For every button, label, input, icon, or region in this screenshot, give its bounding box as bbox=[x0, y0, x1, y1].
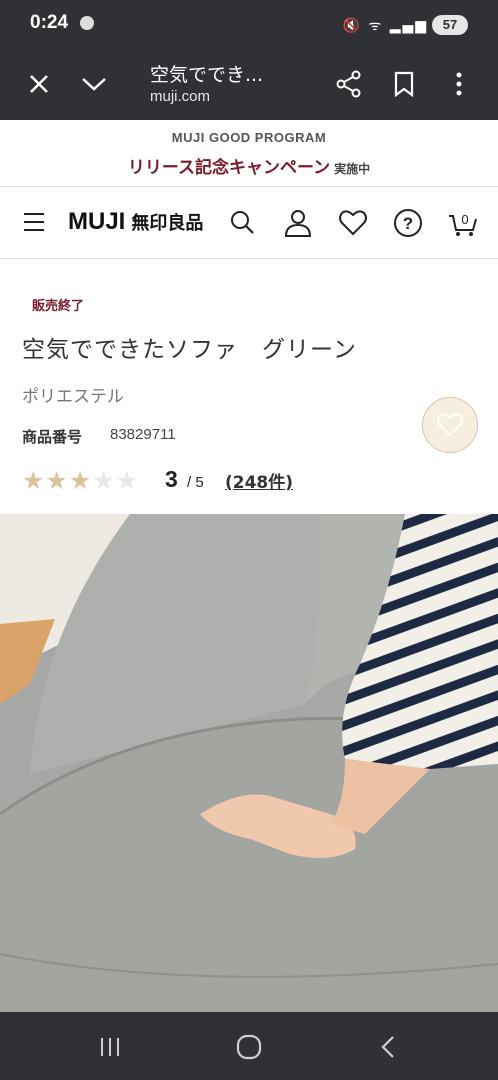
svg-text:?: ? bbox=[403, 214, 413, 233]
star-filled-icon: ★ bbox=[68, 466, 93, 495]
page-domain[interactable]: muji.com bbox=[150, 88, 210, 105]
browser-toolbar: 空気ででき... muji.com bbox=[0, 50, 498, 120]
rating-score: 3 bbox=[165, 466, 178, 492]
notification-icon bbox=[80, 16, 94, 30]
muji-logo[interactable]: MUJI 無印良品 bbox=[68, 208, 203, 236]
heart-icon[interactable] bbox=[338, 208, 368, 238]
system-nav-bar bbox=[0, 1012, 498, 1080]
product-material: ポリエステル bbox=[22, 387, 124, 407]
review-count-link[interactable]: (248件) bbox=[225, 468, 293, 493]
rating-max: / 5 bbox=[187, 474, 204, 491]
sku-label: 商品番号 bbox=[22, 428, 83, 446]
help-icon[interactable]: ? bbox=[393, 208, 423, 238]
product-image[interactable] bbox=[0, 514, 498, 1012]
menu-icon[interactable] bbox=[24, 213, 44, 231]
promo-program: MUJI GOOD PROGRAM bbox=[171, 130, 327, 145]
favorite-button[interactable] bbox=[422, 397, 478, 453]
promo-banner[interactable]: MUJI GOOD PROGRAM リリース記念キャンペーン 実施中 bbox=[0, 120, 498, 187]
back-icon[interactable] bbox=[368, 1032, 408, 1062]
product-name: 空気でできたソファ グリーン bbox=[22, 337, 357, 363]
chevron-down-icon[interactable] bbox=[78, 68, 110, 100]
status-bar: 0:24 🔇 ᯤ ▂▄▆ 57 bbox=[0, 0, 498, 50]
logo-en: MUJI bbox=[68, 208, 126, 235]
share-icon[interactable] bbox=[333, 68, 365, 100]
star-empty-icon: ★ bbox=[92, 466, 116, 495]
cart-count: 0 bbox=[461, 212, 468, 227]
user-icon[interactable] bbox=[283, 208, 313, 238]
sku-value: 83829711 bbox=[110, 426, 176, 443]
promo-campaign-title: リリース記念キャンペーン bbox=[127, 158, 331, 178]
recents-icon[interactable] bbox=[90, 1032, 130, 1062]
star-filled-icon: ★ bbox=[45, 466, 69, 495]
tab-title[interactable]: 空気ででき... bbox=[150, 60, 263, 87]
search-icon[interactable] bbox=[228, 208, 258, 238]
signal-icons: 🔇 ᯤ ▂▄▆ bbox=[342, 18, 428, 34]
heart-icon bbox=[437, 413, 463, 437]
promo-campaign: リリース記念キャンペーン 実施中 bbox=[0, 153, 498, 178]
bookmark-icon[interactable] bbox=[388, 68, 420, 100]
status-time: 0:24 bbox=[30, 12, 69, 33]
cart-icon[interactable]: 0 bbox=[448, 208, 478, 238]
site-header: MUJI 無印良品 ? 0 bbox=[0, 188, 498, 259]
close-icon[interactable] bbox=[23, 68, 55, 100]
sold-out-badge: 販売終了 bbox=[32, 299, 85, 314]
product-info: 販売終了 空気でできたソファ グリーン ポリエステル 商品番号 83829711… bbox=[0, 260, 498, 514]
promo-campaign-status: 実施中 bbox=[334, 162, 371, 176]
home-icon[interactable] bbox=[229, 1032, 269, 1062]
logo-jp: 無印良品 bbox=[131, 213, 204, 233]
star-empty-icon: ★ bbox=[115, 466, 140, 495]
battery-icon: 57 bbox=[432, 15, 468, 35]
sofa-photo bbox=[0, 514, 498, 1012]
more-vert-icon[interactable] bbox=[443, 68, 475, 100]
star-filled-icon: ★ bbox=[22, 466, 46, 495]
rating-stars: ★★★★★ bbox=[22, 466, 139, 495]
